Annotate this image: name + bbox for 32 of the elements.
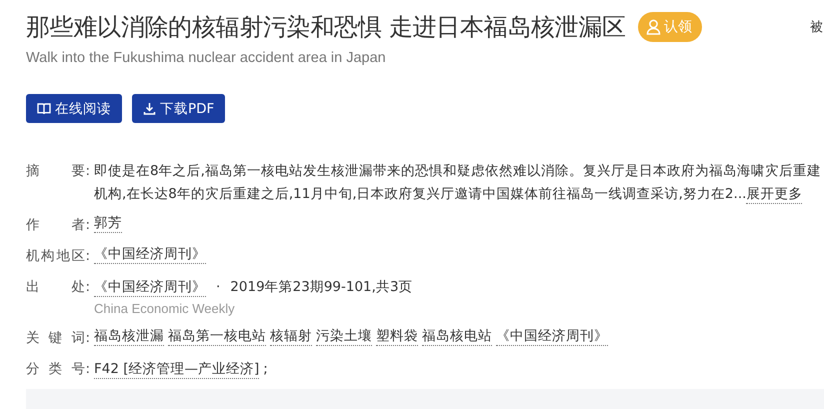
keyword-link[interactable]: 福岛核电站 xyxy=(422,327,492,346)
person-icon xyxy=(646,19,661,35)
journal-english-name: China Economic Weekly xyxy=(94,300,236,318)
journal-link[interactable]: 《中国经济周刊》 xyxy=(94,278,206,297)
abstract-text: 即使是在8年之后,福岛第一核电站发生核泄漏带来的恐惧和疑虑依然难以消除。复兴厅是日本政府为福岛海啸灾后重建 xyxy=(94,162,821,181)
keyword-link[interactable]: 福岛第一核电站 xyxy=(168,327,266,346)
download-icon xyxy=(143,102,156,115)
keyword-link[interactable]: 塑料袋 xyxy=(376,327,418,346)
author-label: 作 者: xyxy=(26,216,90,235)
classification-label: 分 类 号: xyxy=(26,360,90,379)
keyword-link[interactable]: 福岛核泄漏 xyxy=(94,327,164,346)
semicolon: ; xyxy=(263,360,268,379)
download-pdf-button[interactable]: 下载PDF xyxy=(132,94,226,123)
keyword-link[interactable]: 污染土壤 xyxy=(316,327,372,346)
author-link[interactable]: 郭芳 xyxy=(94,214,122,233)
read-online-button[interactable]: 在线阅读 xyxy=(26,94,122,123)
keyword-link[interactable]: 核辐射 xyxy=(270,327,312,346)
source-label: 出 处: xyxy=(26,278,90,297)
expand-more-link[interactable]: 展开更多 xyxy=(746,185,802,204)
abstract-text: 机构,在长达8年的灾后重建之后,11月中旬,日本政府复兴厅邀请中国媒体前往福岛一线调查采访,努力在2... xyxy=(94,185,746,204)
keywords-label: 关 键 词: xyxy=(26,329,90,348)
abstract-label: 摘 要: xyxy=(26,162,90,181)
book-icon xyxy=(37,102,51,115)
separator-dot: · xyxy=(216,278,220,297)
organization-link[interactable]: 《中国经济周刊》 xyxy=(94,245,206,264)
cited-label: 被 xyxy=(810,19,824,36)
article-title: 那些难以消除的核辐射污染和恐惧 走进日本福岛核泄漏区 xyxy=(26,12,626,43)
classification-link[interactable]: F42 [经济管理—产业经济] xyxy=(94,360,260,379)
issue-info: 2019年第23期99-101,共3页 xyxy=(230,278,413,297)
english-title: Walk into the Fukushima nuclear accident area in Japan xyxy=(26,50,387,66)
keyword-link[interactable]: 《中国经济周刊》 xyxy=(496,327,608,346)
organization-label: 机构地区: xyxy=(26,247,90,266)
